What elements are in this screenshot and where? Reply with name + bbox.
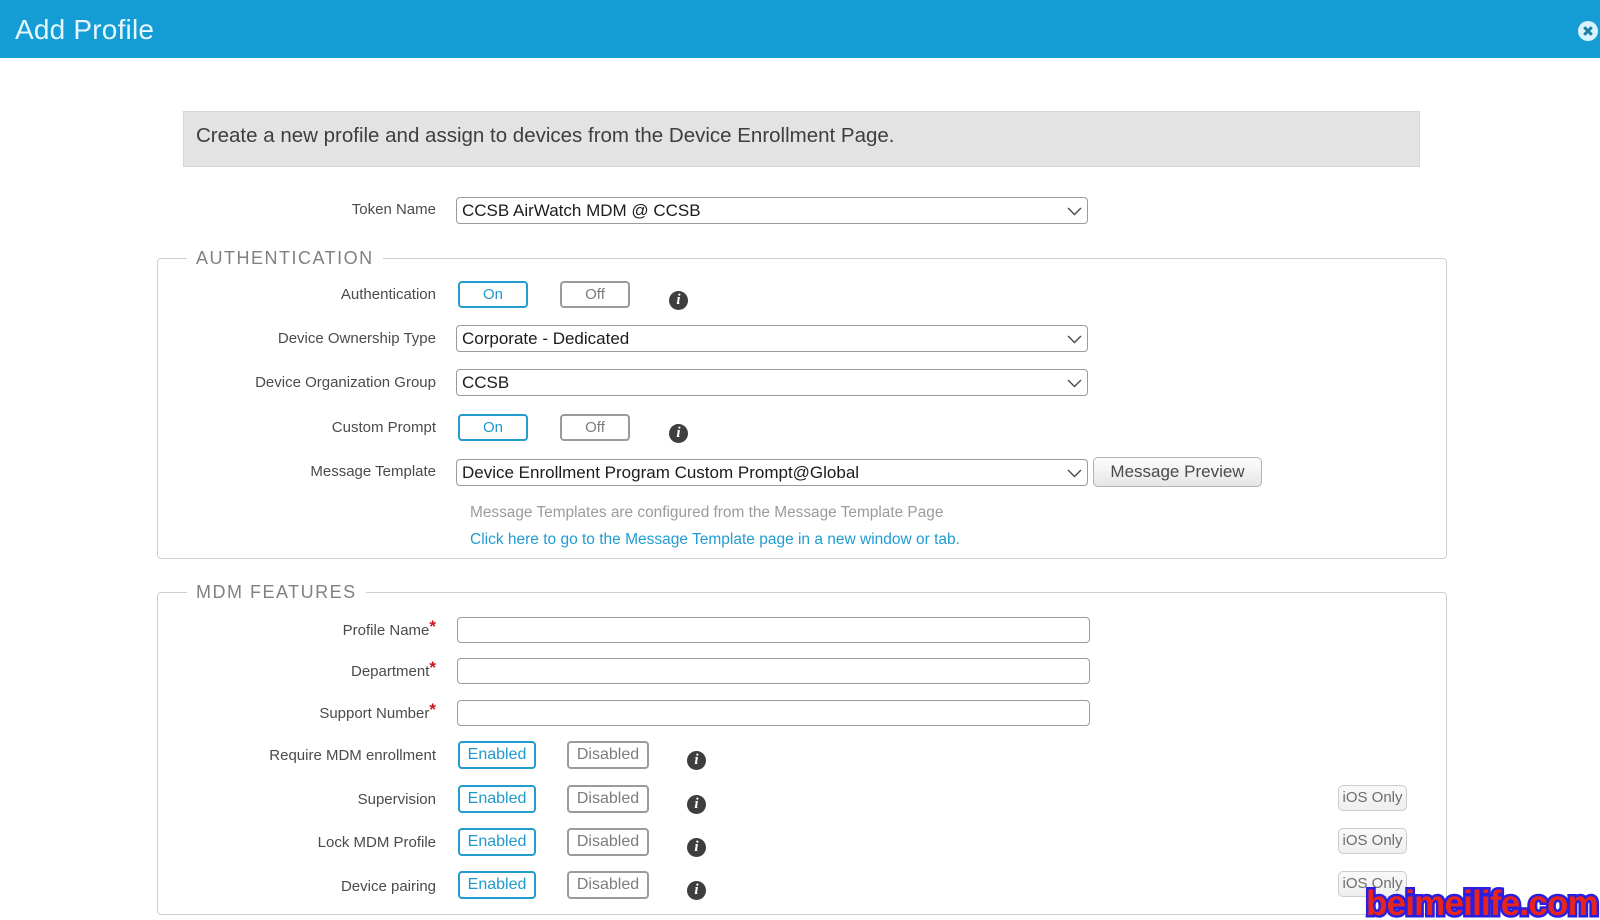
svg-text:beimeilife.com: beimeilife.com: [1366, 884, 1598, 920]
